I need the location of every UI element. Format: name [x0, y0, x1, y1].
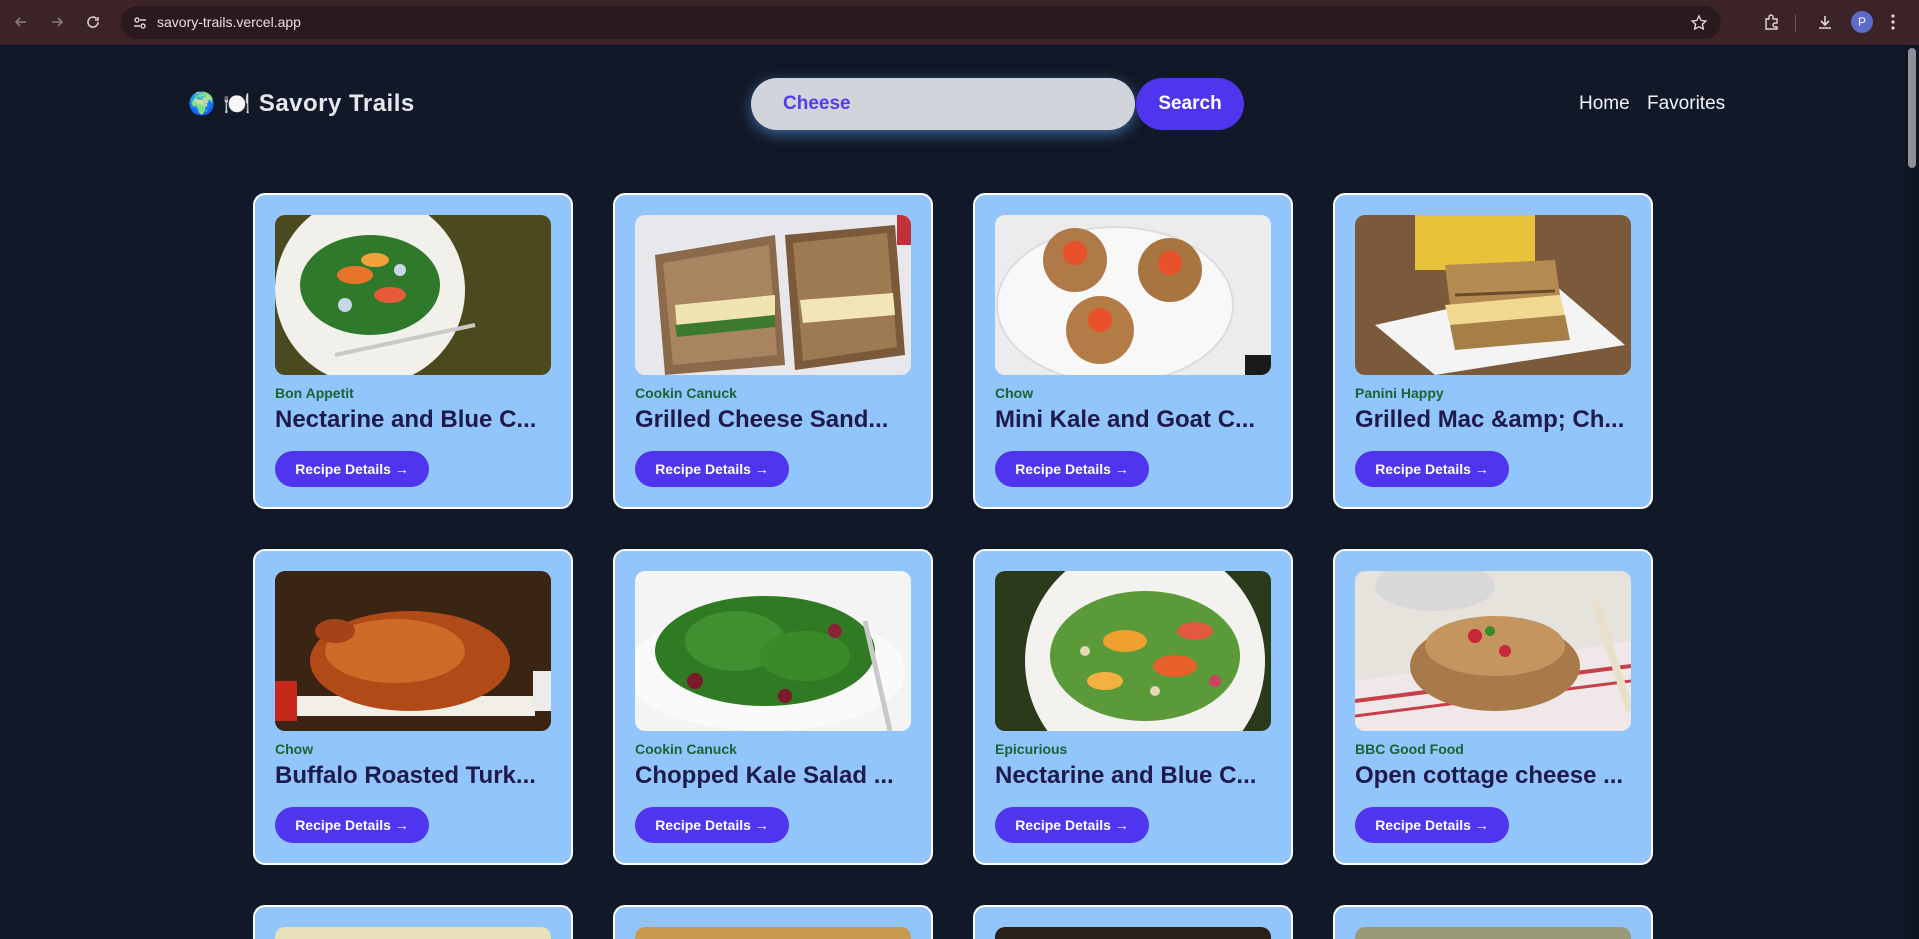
- address-bar[interactable]: savory-trails.vercel.app: [121, 6, 1721, 39]
- recipe-image: [275, 215, 551, 375]
- recipe-card: Panini Happy Grilled Mac &amp; Ch... Rec…: [1333, 193, 1653, 509]
- recipe-source: Chow: [995, 385, 1034, 401]
- recipe-source: BBC Good Food: [1355, 741, 1464, 757]
- recipe-card-partial: [973, 905, 1293, 939]
- search-button[interactable]: Search: [1136, 78, 1244, 130]
- recipe-details-button[interactable]: Recipe Details →: [275, 807, 429, 843]
- recipe-image: [275, 927, 551, 939]
- scrollbar-thumb[interactable]: [1908, 48, 1916, 168]
- recipe-details-button[interactable]: Recipe Details →: [275, 451, 429, 487]
- recipe-card: Cookin Canuck Grilled Cheese Sand... Rec…: [613, 193, 933, 509]
- recipe-image: [635, 571, 911, 731]
- nav-home-link[interactable]: Home: [1579, 93, 1630, 115]
- site-logo[interactable]: 🌍 🍽️ Savory Trails: [188, 89, 415, 119]
- recipe-details-button[interactable]: Recipe Details →: [1355, 807, 1509, 843]
- recipe-source: Cookin Canuck: [635, 385, 737, 401]
- recipe-title: Grilled Mac &amp; Ch...: [1355, 406, 1625, 433]
- recipe-card: Chow Buffalo Roasted Turk... Recipe Deta…: [253, 549, 573, 865]
- recipe-title: Chopped Kale Salad ...: [635, 762, 894, 789]
- toolbar-divider: [1795, 14, 1796, 32]
- recipe-details-button[interactable]: Recipe Details →: [995, 807, 1149, 843]
- recipe-title: Mini Kale and Goat C...: [995, 406, 1256, 433]
- recipe-title: Buffalo Roasted Turk...: [275, 762, 536, 789]
- recipe-image: [1355, 215, 1631, 375]
- recipe-card-partial: [613, 905, 933, 939]
- extensions-icon[interactable]: [1761, 11, 1783, 33]
- recipe-details-button[interactable]: Recipe Details →: [635, 451, 789, 487]
- site-title: Savory Trails: [258, 90, 415, 117]
- recipe-image: [1355, 927, 1631, 939]
- plate-icon: 🍽️: [223, 91, 251, 116]
- recipe-card: Bon Appetit Nectarine and Blue C... Reci…: [253, 193, 573, 509]
- globe-icon: 🌍: [188, 91, 216, 116]
- recipe-source: Bon Appetit: [275, 385, 354, 401]
- recipe-image: [635, 215, 911, 375]
- site-settings-icon[interactable]: [131, 14, 149, 32]
- recipe-source: Chow: [275, 741, 314, 757]
- recipe-source: Cookin Canuck: [635, 741, 737, 757]
- recipe-card: Chow Mini Kale and Goat C... Recipe Deta…: [973, 193, 1293, 509]
- profile-avatar[interactable]: P: [1851, 11, 1873, 33]
- nav-favorites-link[interactable]: Favorites: [1647, 93, 1725, 115]
- back-icon[interactable]: [10, 11, 32, 33]
- search-input[interactable]: [751, 78, 1135, 130]
- recipe-card: BBC Good Food Open cottage cheese ... Re…: [1333, 549, 1653, 865]
- download-icon[interactable]: [1814, 11, 1836, 33]
- recipe-details-button[interactable]: Recipe Details →: [995, 451, 1149, 487]
- page-scrollbar[interactable]: [1905, 45, 1919, 939]
- recipe-card: Epicurious Nectarine and Blue C... Recip…: [973, 549, 1293, 865]
- recipe-source: Epicurious: [995, 741, 1068, 757]
- recipe-card: Cookin Canuck Chopped Kale Salad ... Rec…: [613, 549, 933, 865]
- browser-toolbar: savory-trails.vercel.app P: [0, 0, 1919, 45]
- recipe-card-partial: [253, 905, 573, 939]
- recipe-image: [995, 927, 1271, 939]
- menu-kebab-icon[interactable]: [1886, 11, 1900, 33]
- bookmark-star-icon[interactable]: [1689, 13, 1709, 33]
- recipe-image: [635, 927, 911, 939]
- recipe-details-button[interactable]: Recipe Details →: [1355, 451, 1509, 487]
- recipe-image: [995, 215, 1271, 375]
- recipe-details-button[interactable]: Recipe Details →: [635, 807, 789, 843]
- recipe-title: Open cottage cheese ...: [1355, 762, 1624, 789]
- recipe-image: [995, 571, 1271, 731]
- forward-icon[interactable]: [46, 11, 68, 33]
- recipe-card-partial: [1333, 905, 1653, 939]
- reload-icon[interactable]: [82, 11, 104, 33]
- recipe-title: Nectarine and Blue C...: [995, 762, 1257, 789]
- recipe-source: Panini Happy: [1355, 385, 1444, 401]
- recipe-image: [275, 571, 551, 731]
- recipe-image: [1355, 571, 1631, 731]
- url-text: savory-trails.vercel.app: [157, 14, 301, 30]
- recipe-title: Grilled Cheese Sand...: [635, 406, 889, 433]
- recipe-title: Nectarine and Blue C...: [275, 406, 537, 433]
